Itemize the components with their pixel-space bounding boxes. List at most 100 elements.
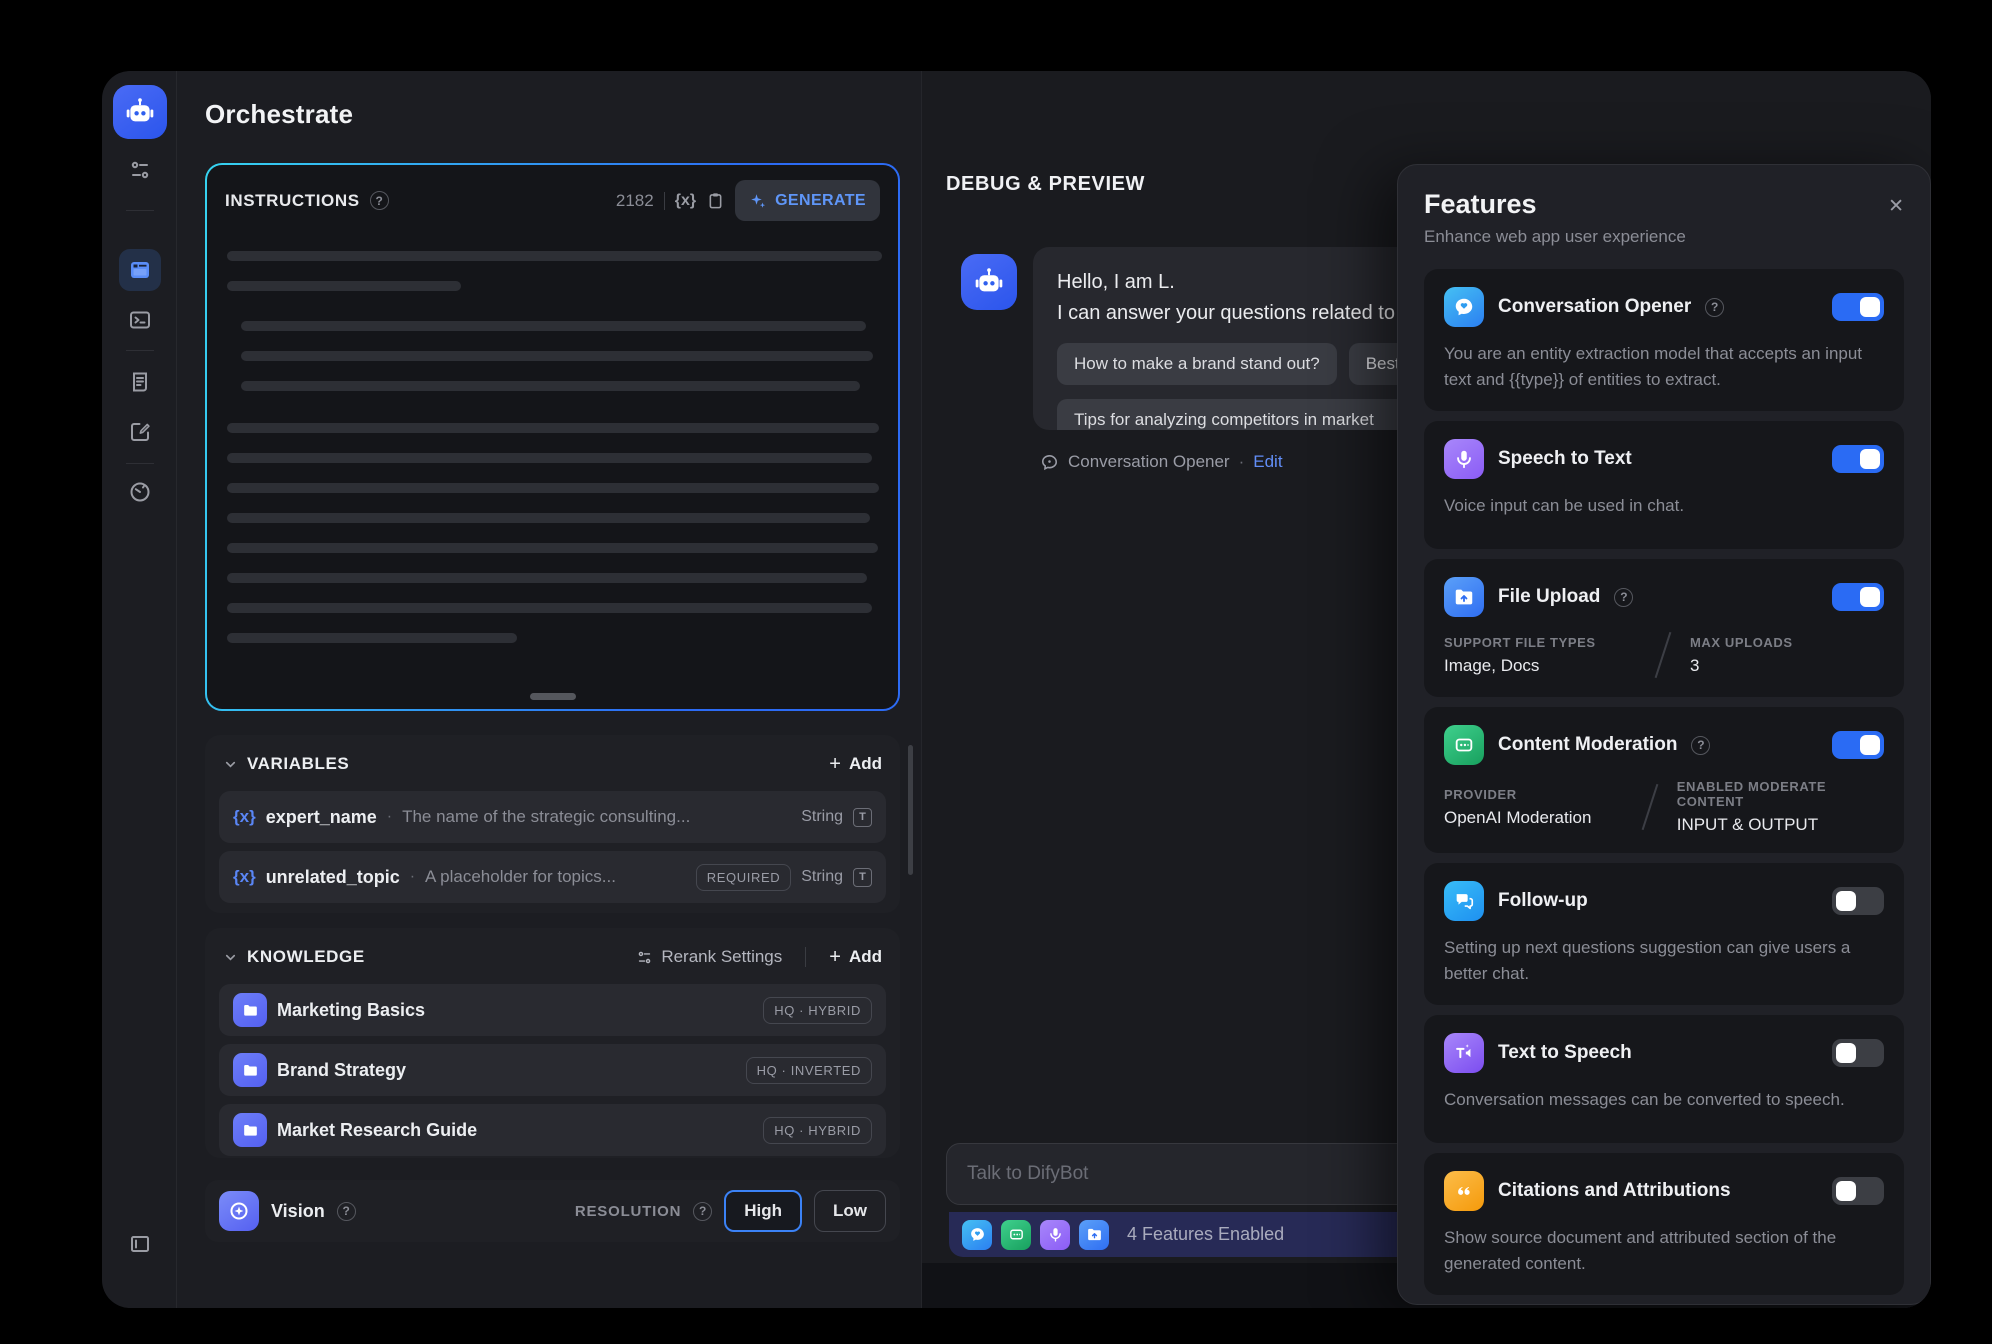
conversation-opener-icon: [1040, 453, 1059, 472]
skeleton-line: [227, 281, 461, 291]
resolution-high-button[interactable]: High: [724, 1190, 802, 1232]
feature-card-file-upload: File Upload ? SUPPORT FILE TYPES Image, …: [1424, 559, 1904, 697]
help-icon[interactable]: ?: [1614, 588, 1633, 607]
orchestrate-window-icon: [128, 258, 152, 282]
feature-description: You are an entity extraction model that …: [1444, 341, 1884, 393]
resolution-low-button[interactable]: Low: [814, 1190, 886, 1232]
robot-icon: [123, 95, 157, 129]
skeleton-line: [241, 381, 860, 391]
variable-name: unrelated_topic: [266, 867, 400, 888]
logs-icon: [128, 370, 152, 394]
sidebar-item-terminal[interactable]: [119, 299, 161, 341]
add-knowledge-button[interactable]: +Add: [829, 946, 882, 969]
config-scrollbar[interactable]: [908, 745, 913, 875]
text-to-speech-toggle[interactable]: [1832, 1039, 1884, 1067]
app-logo[interactable]: [113, 85, 167, 139]
variable-name: expert_name: [266, 807, 377, 828]
sidebar-item-annotations[interactable]: [119, 411, 161, 453]
content-moderation-toggle[interactable]: [1832, 731, 1884, 759]
citations-toggle[interactable]: [1832, 1177, 1884, 1205]
feature-card-citations: Citations and Attributions Show source d…: [1424, 1153, 1904, 1295]
knowledge-row[interactable]: Marketing Basics HQ · HYBRID: [219, 984, 886, 1036]
divider: [664, 192, 665, 210]
screen: Orchestrate GPT-4o CHAT Publish INSTRUCT…: [0, 0, 1992, 1344]
variables-section: VARIABLES +Add {x} expert_name · The nam…: [205, 735, 900, 913]
knowledge-name: Market Research Guide: [277, 1120, 477, 1141]
variables-title: VARIABLES: [247, 754, 349, 774]
speech-to-text-toggle[interactable]: [1832, 445, 1884, 473]
skeleton-line: [227, 603, 872, 613]
knowledge-row[interactable]: Brand Strategy HQ · INVERTED: [219, 1044, 886, 1096]
clipboard-icon[interactable]: [706, 191, 725, 210]
add-variable-button[interactable]: +Add: [829, 753, 882, 776]
file-upload-icon: [1444, 577, 1484, 617]
vision-section: Vision ? RESOLUTION ? High Low: [205, 1180, 900, 1242]
retrieval-badge: HQ · HYBRID: [763, 1117, 872, 1144]
variable-icon: {x}: [233, 807, 256, 827]
sidebar-item-monitoring[interactable]: [119, 471, 161, 513]
feature-description: Voice input can be used in chat.: [1444, 493, 1884, 519]
rerank-label: Rerank Settings: [661, 947, 782, 967]
vision-feature-icon: [219, 1191, 259, 1231]
sidebar-item-model-settings[interactable]: [119, 149, 161, 191]
suggestion-chip[interactable]: How to make a brand stand out?: [1057, 343, 1337, 385]
knowledge-section: KNOWLEDGE Rerank Settings +Add Marketing…: [205, 928, 900, 1158]
features-enabled-label: 4 Features Enabled: [1127, 1224, 1284, 1245]
required-badge: REQUIRED: [696, 864, 791, 891]
chevron-down-icon[interactable]: [223, 757, 238, 772]
file-upload-toggle[interactable]: [1832, 583, 1884, 611]
feature-title: Text to Speech: [1498, 1042, 1632, 1064]
help-icon[interactable]: ?: [1705, 298, 1724, 317]
string-type-icon: T: [853, 868, 872, 887]
help-icon[interactable]: ?: [370, 191, 389, 210]
follow-up-toggle[interactable]: [1832, 887, 1884, 915]
variable-icon[interactable]: {x}: [675, 192, 696, 210]
stat-value: 3: [1690, 656, 1793, 676]
rail-divider: [126, 350, 154, 351]
feature-card-follow-up: Follow-up Setting up next questions sugg…: [1424, 863, 1904, 1005]
left-rail: [102, 71, 177, 1308]
variable-row[interactable]: {x} unrelated_topic · A placeholder for …: [219, 851, 886, 903]
feature-title: Speech to Text: [1498, 448, 1632, 470]
knowledge-row[interactable]: Market Research Guide HQ · HYBRID: [219, 1104, 886, 1156]
rerank-settings-button[interactable]: Rerank Settings: [636, 947, 782, 967]
feature-card-content-moderation: Content Moderation ? PROVIDER OpenAI Mod…: [1424, 707, 1904, 853]
skeleton-line: [241, 351, 873, 361]
feature-title: Content Moderation: [1498, 734, 1677, 756]
conversation-opener-toggle[interactable]: [1832, 293, 1884, 321]
char-count: 2182: [616, 191, 654, 211]
knowledge-folder-icon: [233, 993, 267, 1027]
bot-avatar: [961, 254, 1017, 310]
help-icon[interactable]: ?: [693, 1202, 712, 1221]
generate-button[interactable]: GENERATE: [735, 180, 880, 221]
close-icon[interactable]: ✕: [1888, 195, 1904, 218]
terminal-icon: [128, 308, 152, 332]
sidebar-item-orchestrate[interactable]: [119, 249, 161, 291]
string-type-icon: T: [853, 808, 872, 827]
knowledge-name: Marketing Basics: [277, 1000, 425, 1021]
variable-description: A placeholder for topics...: [425, 867, 616, 887]
sparkles-icon: [749, 192, 767, 210]
knowledge-folder-icon: [233, 1053, 267, 1087]
rail-divider: [126, 210, 154, 211]
feature-description: Conversation messages can be converted t…: [1444, 1087, 1884, 1113]
resize-handle[interactable]: [530, 693, 576, 700]
collapse-panel-icon: [128, 1232, 152, 1256]
file-upload-icon: [1079, 1220, 1109, 1250]
debug-preview-title: DEBUG & PREVIEW: [946, 173, 1145, 196]
skeleton-line: [227, 483, 879, 493]
help-icon[interactable]: ?: [1691, 736, 1710, 755]
collapse-sidebar-button[interactable]: [119, 1223, 161, 1265]
sidebar-item-logs[interactable]: [119, 361, 161, 403]
generate-label: GENERATE: [775, 192, 866, 210]
variable-row[interactable]: {x} expert_name · The name of the strate…: [219, 791, 886, 843]
skeleton-line: [227, 423, 879, 433]
help-icon[interactable]: ?: [337, 1202, 356, 1221]
instructions-panel: INSTRUCTIONS ? 2182 {x} GENERATE: [205, 163, 900, 711]
edit-opener-link[interactable]: Edit: [1253, 452, 1282, 472]
stat-value: OpenAI Moderation: [1444, 808, 1649, 828]
instructions-editor[interactable]: INSTRUCTIONS ? 2182 {x} GENERATE: [207, 165, 898, 709]
follow-up-icon: [1444, 881, 1484, 921]
chevron-down-icon[interactable]: [223, 950, 238, 965]
feature-title: Citations and Attributions: [1498, 1180, 1731, 1202]
